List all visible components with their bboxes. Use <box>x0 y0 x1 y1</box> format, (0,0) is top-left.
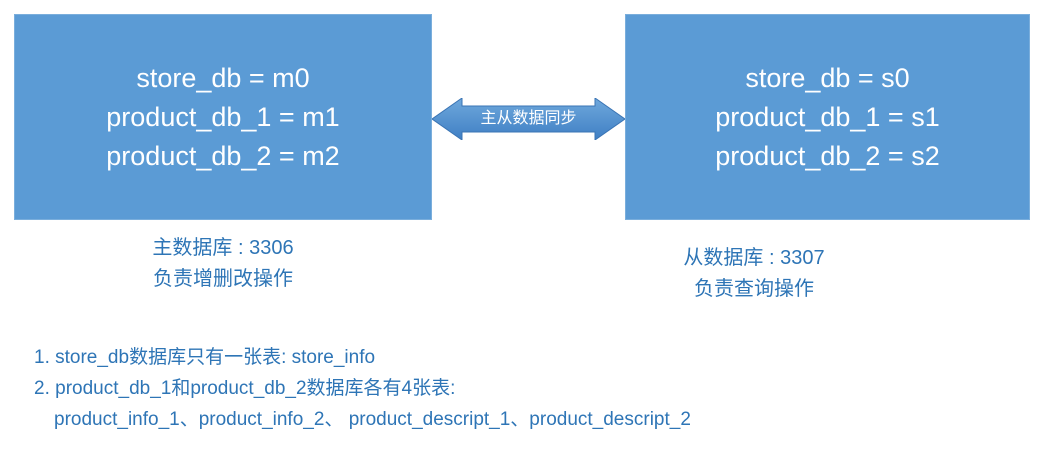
master-db-port: 主数据库 : 3306 <box>152 237 294 259</box>
master-db-mapping-product-1: product_db_1 = m1 <box>106 101 340 132</box>
slave-db-box: store_db = s0 product_db_1 = s1 product_… <box>625 14 1030 220</box>
note-item: 2. product_db_1和product_db_2数据库各有4张表: <box>34 378 456 399</box>
master-db-mapping-store: store_db = m0 <box>136 62 310 93</box>
master-db-caption: 主数据库 : 3306 负责增删改操作 <box>14 233 432 295</box>
master-db-mapping-product-2: product_db_2 = m2 <box>106 140 340 171</box>
slave-db-port: 从数据库 : 3307 <box>683 247 825 269</box>
slave-db-role: 负责查询操作 <box>694 278 814 300</box>
sync-label: 主从数据同步 <box>480 110 577 127</box>
notes-list: 1. store_db数据库只有一张表: store_info 2. produ… <box>34 342 691 435</box>
master-db-box: store_db = m0 product_db_1 = m1 product_… <box>14 14 432 220</box>
note-item: 1. store_db数据库只有一张表: store_info <box>34 347 376 368</box>
note-item-continuation: product_info_1、product_info_2、 product_d… <box>54 409 691 430</box>
slave-db-mapping-store: store_db = s0 <box>745 62 910 93</box>
slave-db-mapping-product-2: product_db_2 = s2 <box>715 140 940 171</box>
slave-db-caption: 从数据库 : 3307 负责查询操作 <box>625 243 883 305</box>
slave-db-mapping-product-1: product_db_1 = s1 <box>715 101 940 132</box>
master-db-role: 负责增删改操作 <box>153 268 293 290</box>
